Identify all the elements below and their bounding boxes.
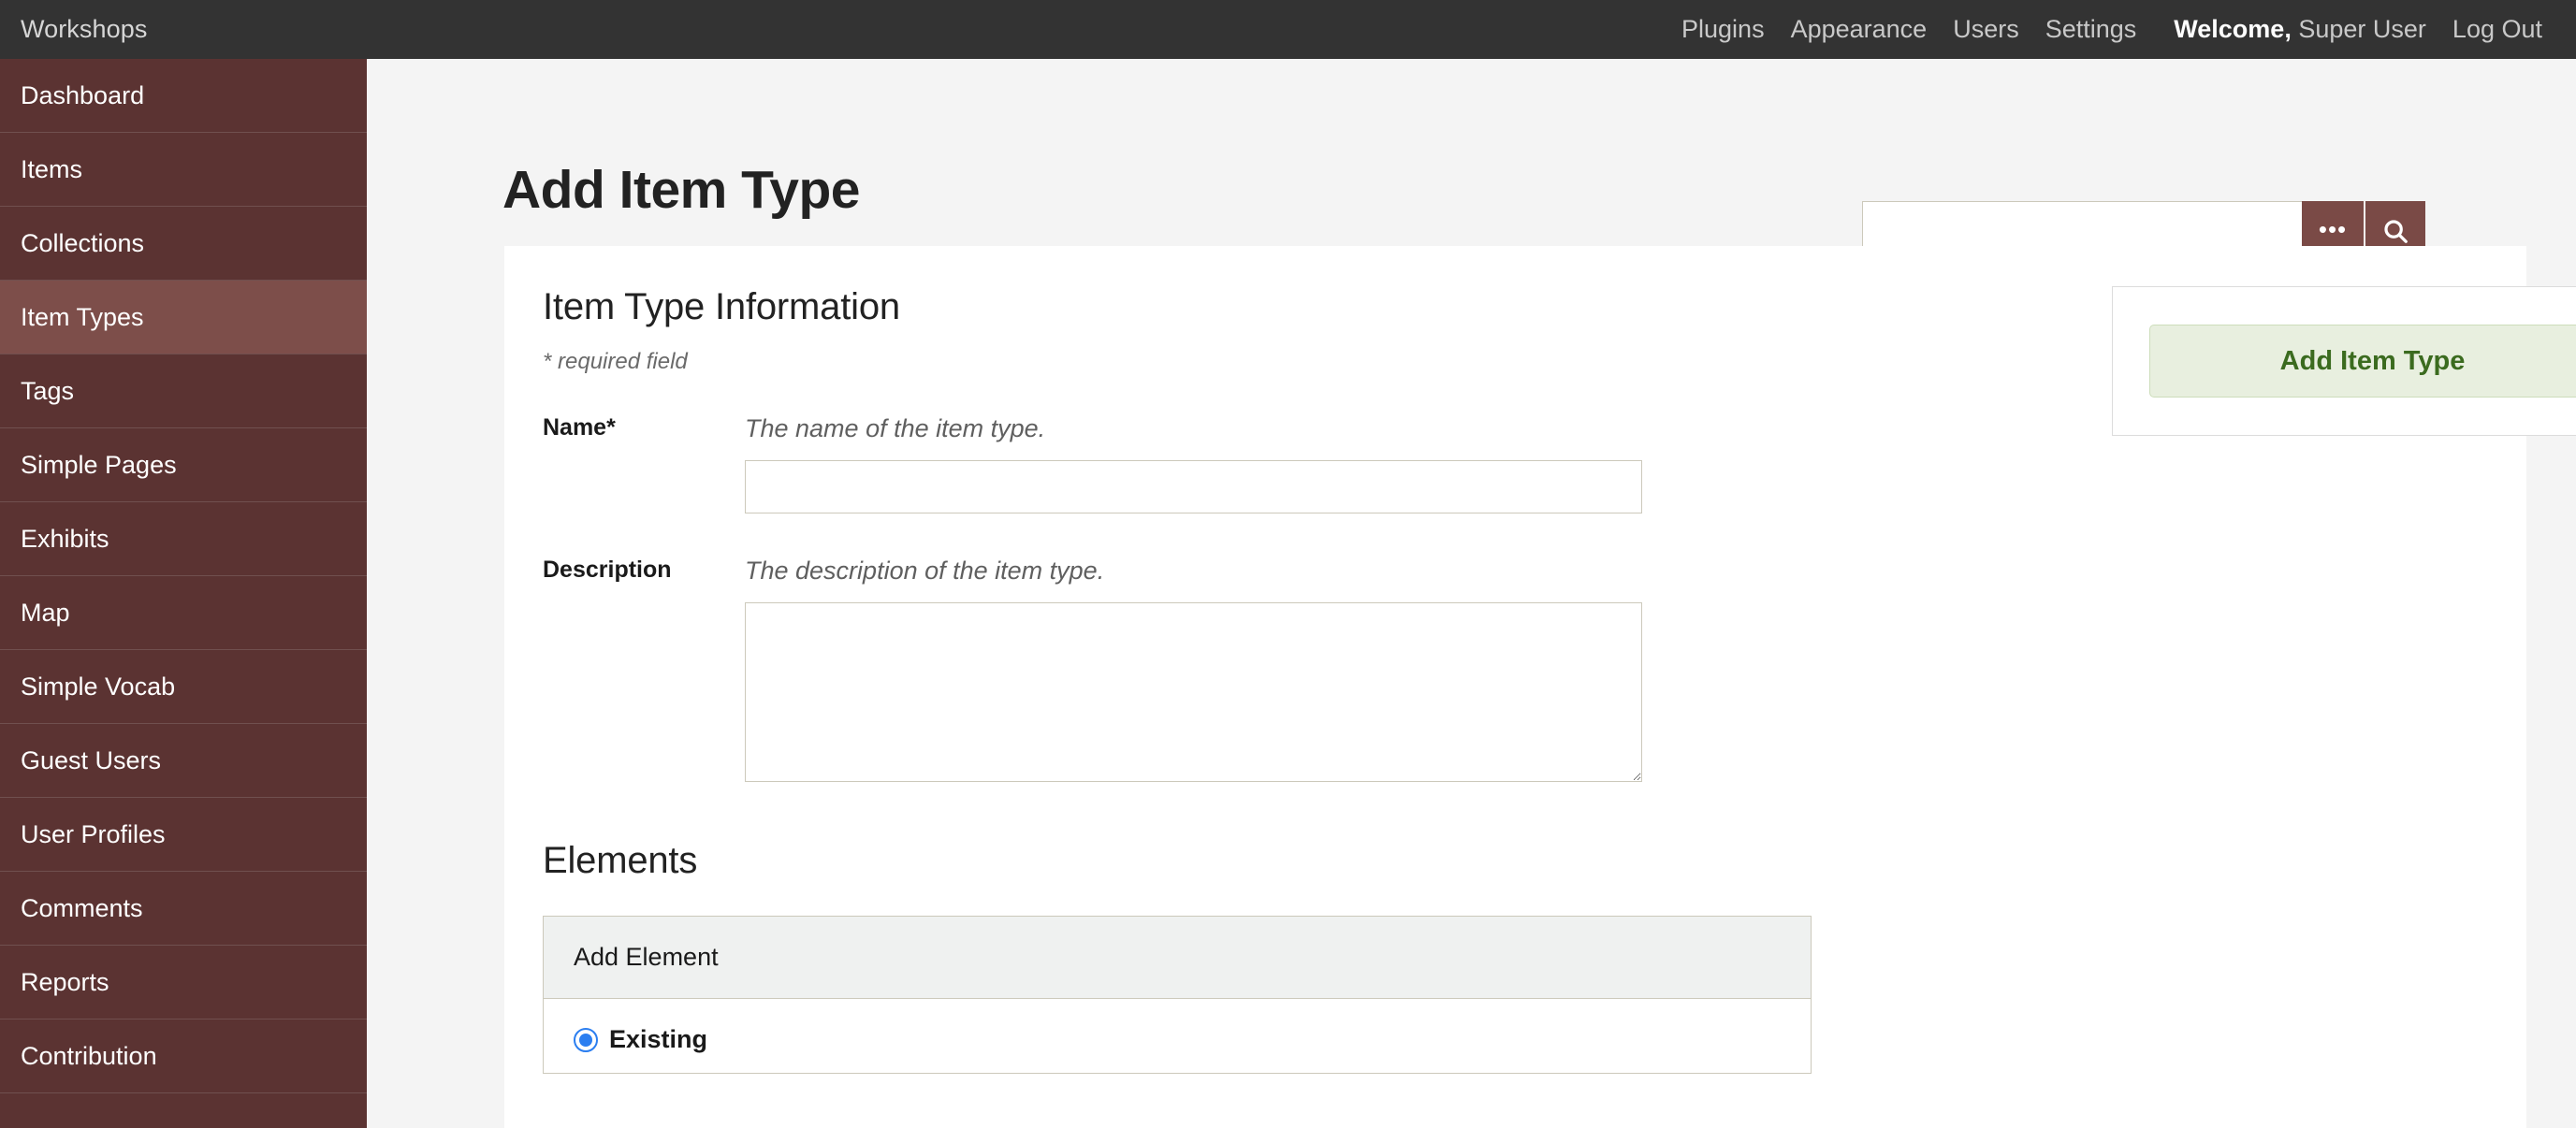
- existing-radio-row[interactable]: Existing: [574, 1025, 1781, 1054]
- existing-radio-label: Existing: [609, 1025, 708, 1053]
- sidebar-item-comments[interactable]: Comments: [0, 872, 367, 946]
- sidebar: Dashboard Items Collections Item Types T…: [0, 59, 367, 1128]
- description-field-hint: The description of the item type.: [745, 557, 1105, 585]
- name-input[interactable]: [745, 460, 1642, 513]
- sidebar-item-simple-vocab[interactable]: Simple Vocab: [0, 650, 367, 724]
- ellipsis-icon: •••: [2318, 215, 2348, 243]
- radio-selected-icon[interactable]: [574, 1027, 598, 1052]
- nav-settings[interactable]: Settings: [2032, 15, 2150, 44]
- site-brand[interactable]: Workshops: [0, 15, 147, 44]
- name-field-hint: The name of the item type.: [745, 414, 1046, 442]
- welcome-user[interactable]: Welcome, Super User: [2149, 15, 2439, 44]
- name-field-label: Name*: [543, 414, 616, 441]
- page-title: Add Item Type: [502, 160, 860, 220]
- name-field-row: Name* The name of the item type.: [543, 414, 1853, 517]
- sidebar-item-dashboard[interactable]: Dashboard: [0, 59, 367, 133]
- item-type-form: Item Type Information * required field N…: [543, 286, 1853, 1074]
- welcome-prefix: Welcome,: [2174, 15, 2292, 43]
- description-field-body: The description of the item type.: [745, 557, 1853, 782]
- description-textarea[interactable]: [745, 602, 1642, 782]
- add-item-type-button[interactable]: Add Item Type: [2149, 325, 2576, 398]
- top-bar: Workshops Plugins Appearance Users Setti…: [0, 0, 2576, 59]
- sidebar-item-simple-pages[interactable]: Simple Pages: [0, 428, 367, 502]
- nav-plugins[interactable]: Plugins: [1668, 15, 1778, 44]
- add-element-box: Add Element Existing: [543, 916, 1812, 1074]
- name-field-body: The name of the item type.: [745, 414, 1853, 513]
- content-panel: Item Type Information * required field N…: [504, 246, 2576, 1128]
- form-actions-panel: Add Item Type: [2112, 286, 2576, 436]
- welcome-username: Super User: [2298, 15, 2426, 43]
- main-content: Add Item Type ••• Item Type Information …: [367, 59, 2576, 1128]
- sidebar-item-item-types[interactable]: Item Types: [0, 281, 367, 354]
- required-field-note: * required field: [543, 349, 688, 374]
- sidebar-item-items[interactable]: Items: [0, 133, 367, 207]
- nav-appearance[interactable]: Appearance: [1778, 15, 1941, 44]
- sidebar-item-contribution[interactable]: Contribution: [0, 1020, 367, 1093]
- section-title: Item Type Information: [543, 286, 900, 327]
- top-nav: Plugins Appearance Users Settings Welcom…: [1668, 15, 2576, 44]
- nav-users[interactable]: Users: [1940, 15, 2032, 44]
- sidebar-item-guest-users[interactable]: Guest Users: [0, 724, 367, 798]
- sidebar-item-user-profiles[interactable]: User Profiles: [0, 798, 367, 872]
- description-field-row: Description The description of the item …: [543, 557, 1853, 782]
- sidebar-item-collections[interactable]: Collections: [0, 207, 367, 281]
- page-header: Add Item Type •••: [367, 59, 2576, 263]
- sidebar-item-tags[interactable]: Tags: [0, 354, 367, 428]
- add-element-body: Existing: [544, 999, 1811, 1073]
- add-element-header: Add Element: [544, 917, 1811, 999]
- logout-link[interactable]: Log Out: [2439, 15, 2555, 44]
- add-element-label: Add Element: [574, 943, 719, 971]
- sidebar-item-exhibits[interactable]: Exhibits: [0, 502, 367, 576]
- sidebar-item-map[interactable]: Map: [0, 576, 367, 650]
- sidebar-item-reports[interactable]: Reports: [0, 946, 367, 1020]
- description-field-label: Description: [543, 557, 672, 583]
- search-icon: [2381, 217, 2409, 248]
- elements-title: Elements: [543, 840, 698, 881]
